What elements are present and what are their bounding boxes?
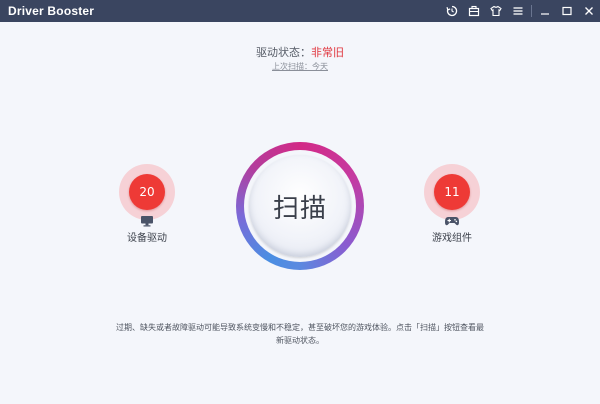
game-components-count: 11 — [434, 174, 470, 210]
title-bar: Driver Booster — [0, 0, 600, 22]
device-drivers-count: 20 — [129, 174, 165, 210]
last-scan: 上次扫描：今天 — [0, 61, 600, 72]
description-text: 过期、缺失或者故障驱动可能导致系统变慢和不稳定，甚至破坏您的游戏体验。点击「扫描… — [116, 323, 484, 345]
main-panel: 驱动状态：非常旧 上次扫描：今天 20 设备驱动 扫描 11 游戏组件 过期、缺… — [0, 22, 600, 404]
shirt-icon[interactable] — [485, 0, 507, 22]
device-drivers-label: 设备驱动 — [127, 233, 167, 244]
maximize-icon[interactable] — [556, 0, 578, 22]
toolbox-icon[interactable] — [463, 0, 485, 22]
device-drivers-stat[interactable]: 20 设备驱动 — [97, 164, 197, 254]
game-components-label: 游戏组件 — [432, 233, 472, 244]
menu-icon[interactable] — [507, 0, 529, 22]
driver-status-value: 非常旧 — [311, 46, 344, 59]
app-title: Driver Booster — [8, 4, 95, 18]
driver-status: 驱动状态：非常旧 — [0, 44, 600, 60]
scan-button[interactable]: 扫描 — [249, 155, 351, 257]
game-components-stat[interactable]: 11 游戏组件 — [402, 164, 502, 254]
last-scan-link[interactable]: 上次扫描：今天 — [272, 62, 328, 71]
scan-button-wrap: 扫描 — [236, 142, 364, 270]
history-icon[interactable] — [441, 0, 463, 22]
scan-button-label: 扫描 — [272, 193, 327, 224]
title-bar-divider — [531, 5, 532, 17]
title-bar-controls — [441, 0, 600, 22]
minimize-icon[interactable] — [534, 0, 556, 22]
driver-status-label: 驱动状态： — [256, 46, 311, 59]
close-icon[interactable] — [578, 0, 600, 22]
